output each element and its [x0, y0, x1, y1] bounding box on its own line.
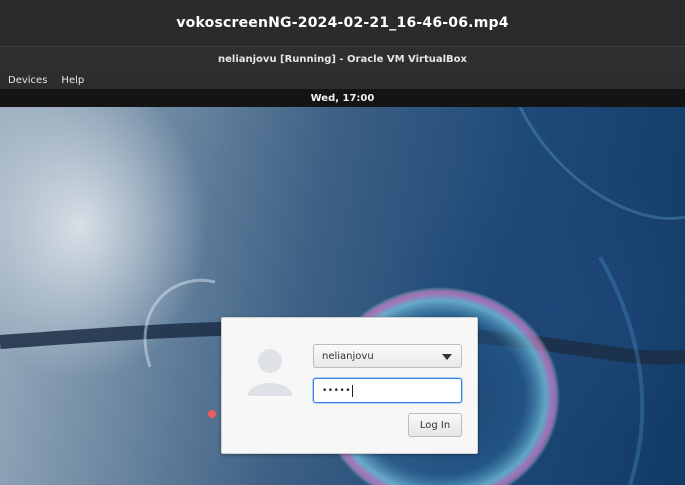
- menu-help[interactable]: Help: [61, 75, 84, 86]
- login-button[interactable]: Log In: [408, 413, 462, 437]
- clock[interactable]: Wed, 17:00: [311, 93, 375, 104]
- text-cursor: [352, 384, 354, 397]
- vm-window-title: nelianjovu [Running] - Oracle VM Virtual…: [0, 46, 685, 71]
- password-masked-value: •••••: [322, 385, 352, 396]
- user-avatar-icon: [244, 345, 296, 399]
- login-dialog: nelianjovu ••••• Log In: [221, 317, 478, 454]
- player-window-title: vokoscreenNG-2024-02-21_16-46-06.mp4: [0, 0, 685, 46]
- chevron-down-icon: [442, 354, 452, 360]
- username-select[interactable]: nelianjovu: [313, 344, 462, 368]
- menu-devices[interactable]: Devices: [8, 75, 47, 86]
- guest-top-bar: Wed, 17:00: [0, 89, 685, 107]
- vm-menubar: Devices Help: [0, 71, 685, 89]
- username-value: nelianjovu: [322, 350, 374, 362]
- password-input[interactable]: •••••: [313, 378, 462, 403]
